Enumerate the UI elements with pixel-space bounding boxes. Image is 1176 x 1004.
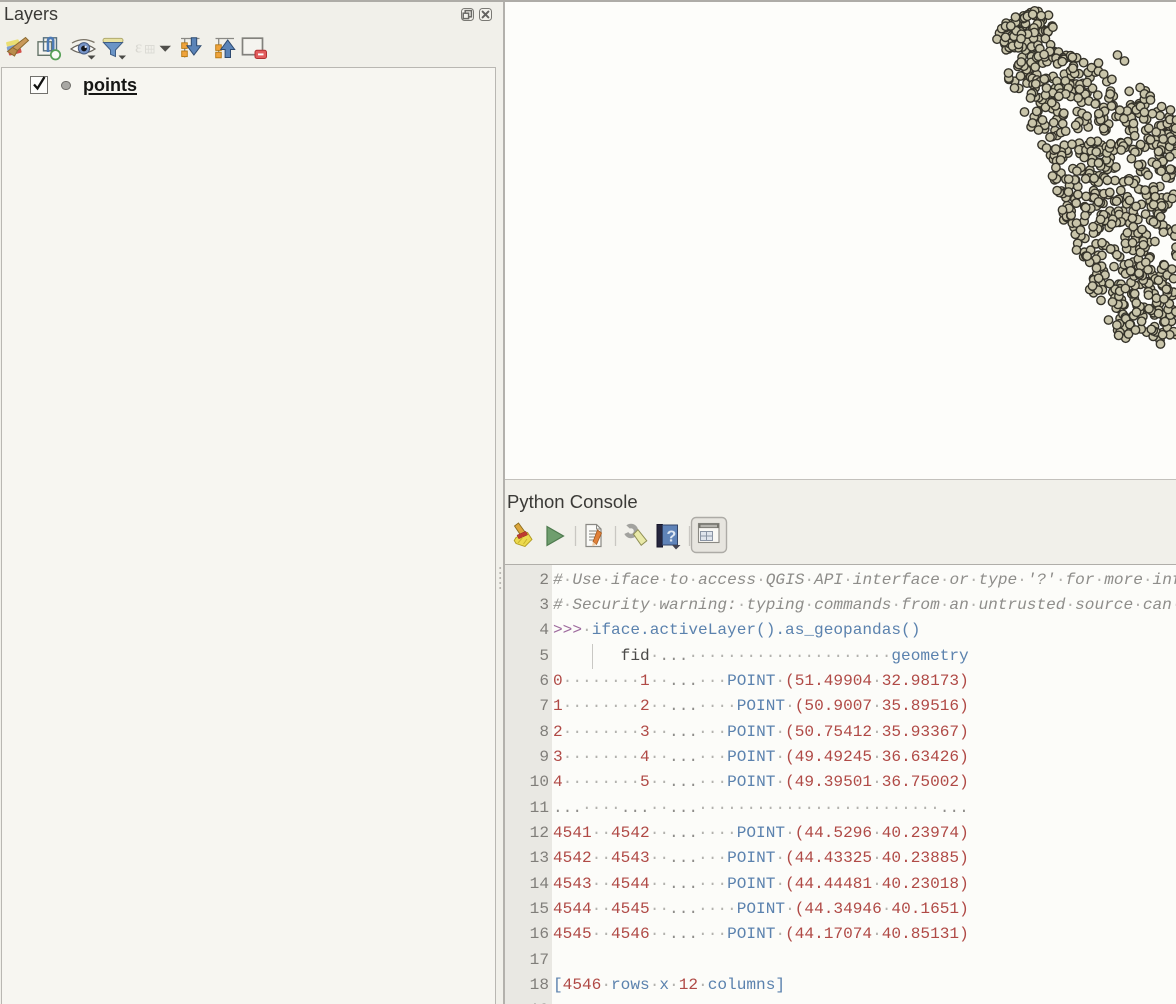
svg-text:ε: ε bbox=[135, 38, 142, 57]
svg-text:?: ? bbox=[667, 529, 677, 546]
